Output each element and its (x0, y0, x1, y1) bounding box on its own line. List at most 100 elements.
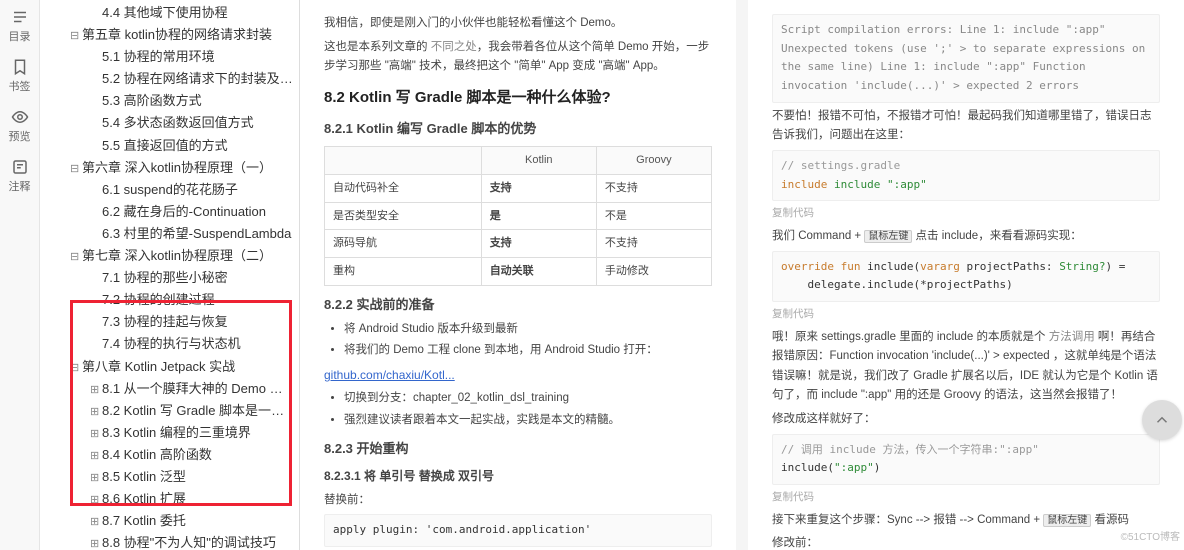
table-row: 自动代码补全支持不支持 (325, 174, 712, 202)
replace-before-label: 替换前： (324, 491, 712, 511)
list-item: 将 Android Studio 版本升级到最新 (344, 320, 712, 340)
tree-toggle-icon[interactable]: ⊞ (90, 513, 102, 532)
code-before: apply plugin: 'com.android.application' (324, 514, 712, 547)
toc-item-label: 第八章 Kotlin Jetpack 实战 (82, 359, 235, 374)
page-right: Script compilation errors: Line 1: inclu… (748, 0, 1184, 550)
tree-toggle-icon[interactable]: ⊟ (70, 160, 82, 179)
rail-bookmark-label: 书签 (9, 78, 31, 94)
toc-item-label: 第五章 kotlin协程的网络请求封装 (82, 27, 272, 42)
rail-preview[interactable]: 预览 (9, 108, 31, 144)
tree-toggle-icon[interactable]: ⊞ (90, 403, 102, 422)
toc-item[interactable]: 4.4 其他域下使用协程 (42, 2, 295, 24)
toc-item[interactable]: 5.5 直接返回值的方式 (42, 135, 295, 157)
toc-item-label: 8.2 Kotlin 写 Gradle 脚本是一种什么体 (102, 403, 295, 418)
para-repeat: 接下来重复这个步骤：Sync --> 报错 --> Command + 鼠标左键… (772, 511, 1160, 531)
github-link[interactable]: github.com/chaxiu/Kotl... (324, 368, 455, 382)
toc-icon (11, 8, 29, 26)
toc-item-label: 7.1 协程的那些小秘密 (102, 270, 228, 285)
toc-item-label: 8.4 Kotlin 高阶函数 (102, 447, 212, 462)
tree-toggle-icon[interactable]: ⊞ (90, 535, 102, 550)
toc-item[interactable]: 6.3 村里的希望-SuspendLambda (42, 223, 295, 245)
toc-item[interactable]: ⊟第五章 kotlin协程的网络请求封装 (42, 24, 295, 46)
toc-item[interactable]: 6.1 suspend的花花肠子 (42, 179, 295, 201)
toc-item-label: 5.3 高阶函数方式 (102, 93, 202, 108)
intro-1: 我相信，即使是刚入门的小伙伴也能轻松看懂这个 Demo。 (324, 14, 712, 34)
toc-item[interactable]: ⊟第七章 深入kotlin协程原理（二） (42, 245, 295, 267)
toc-panel[interactable]: 4.4 其他域下使用协程⊟第五章 kotlin协程的网络请求封装5.1 协程的常… (40, 0, 300, 550)
rail-note[interactable]: 注释 (9, 158, 31, 194)
toc-item-label: 7.3 协程的挂起与恢复 (102, 314, 228, 329)
list-item: 将我们的 Demo 工程 clone 到本地，用 Android Studio … (344, 341, 712, 361)
watermark: ©51CTO博客 (1121, 529, 1180, 546)
toc-item-label: 8.5 Kotlin 泛型 (102, 469, 186, 484)
toc-item[interactable]: 7.4 协程的执行与状态机 (42, 333, 295, 355)
toc-item[interactable]: ⊟第六章 深入kotlin协程原理（一） (42, 157, 295, 179)
toc-item[interactable]: ⊞8.7 Kotlin 委托 (42, 510, 295, 532)
rail-bookmark[interactable]: 书签 (9, 58, 31, 94)
tree-toggle-icon[interactable]: ⊞ (90, 491, 102, 510)
content-panel: 我相信，即使是刚入门的小伙伴也能轻松看懂这个 Demo。 这也是本系列文章的 不… (300, 0, 1184, 550)
tree-toggle-icon[interactable]: ⊞ (90, 425, 102, 444)
toc-item-label: 6.2 藏在身后的-Continuation (102, 204, 266, 219)
toc-item[interactable]: ⊞8.6 Kotlin 扩展 (42, 488, 295, 510)
tree-toggle-icon[interactable]: ⊟ (70, 248, 82, 267)
toc-item-label: 7.4 协程的执行与状态机 (102, 336, 241, 351)
copy-code-label[interactable]: 复制代码 (772, 306, 1160, 324)
toc-item[interactable]: 5.3 高阶函数方式 (42, 90, 295, 112)
toc-item-label: 8.6 Kotlin 扩展 (102, 491, 186, 506)
prep-list-2: 切换到分支：chapter_02_kotlin_dsl_training 强烈建… (344, 389, 712, 430)
toc-item[interactable]: 5.4 多状态函数返回值方式 (42, 112, 295, 134)
rail-note-label: 注释 (9, 178, 31, 194)
toc-item-label: 8.7 Kotlin 委托 (102, 513, 186, 528)
tree-toggle-icon[interactable]: ⊟ (70, 27, 82, 46)
tree-toggle-icon[interactable]: ⊟ (70, 359, 82, 378)
section-8-2-title: 8.2 Kotlin 写 Gradle 脚本是一种什么体验? (324, 85, 712, 111)
rail-toc[interactable]: 目录 (9, 8, 31, 44)
table-head-blank (325, 147, 482, 175)
toc-item[interactable]: 7.3 协程的挂起与恢复 (42, 311, 295, 333)
rail-toc-label: 目录 (9, 28, 31, 44)
bookmark-icon (11, 58, 29, 76)
toc-item[interactable]: 5.1 协程的常用环境 (42, 46, 295, 68)
toc-item[interactable]: ⊞8.2 Kotlin 写 Gradle 脚本是一种什么体 (42, 400, 295, 422)
toc-item-label: 8.1 从一个膜拜大神的 Demo 开始 (102, 381, 295, 396)
section-8-2-3-title: 8.2.3 开始重构 (324, 438, 712, 460)
toc-item-label: 5.1 协程的常用环境 (102, 49, 215, 64)
toc-item[interactable]: ⊟第八章 Kotlin Jetpack 实战 (42, 356, 295, 378)
list-item: 强烈建议读者跟着本文一起实战，实践是本文的精髓。 (344, 411, 712, 431)
section-8-2-2-title: 8.2.2 实战前的准备 (324, 294, 712, 316)
toc-item[interactable]: ⊞8.8 协程"不为人知"的调试技巧 (42, 532, 295, 550)
toc-item[interactable]: 7.1 协程的那些小秘密 (42, 267, 295, 289)
tree-toggle-icon[interactable]: ⊞ (90, 447, 102, 466)
toc-item-label: 6.3 村里的希望-SuspendLambda (102, 226, 291, 241)
section-8-2-1-title: 8.2.1 Kotlin 编写 Gradle 脚本的优势 (324, 118, 712, 140)
copy-code-label[interactable]: 复制代码 (772, 205, 1160, 223)
before-label: 修改前： (772, 534, 1160, 550)
toc-item-label: 4.4 其他域下使用协程 (102, 5, 228, 20)
rail-preview-label: 预览 (9, 128, 31, 144)
section-8-2-3-1-title: 8.2.3.1 将 单引号 替换成 双引号 (324, 466, 712, 486)
copy-code-label[interactable]: 复制代码 (772, 489, 1160, 507)
toc-item[interactable]: 7.2 协程的创建过程 (42, 289, 295, 311)
toc-item[interactable]: ⊞8.1 从一个膜拜大神的 Demo 开始 (42, 378, 295, 400)
para-cmd-click: 我们 Command + 鼠标左键 点击 include，来看看源码实现： (772, 227, 1160, 247)
toc-item[interactable]: ⊞8.3 Kotlin 编程的三重境界 (42, 422, 295, 444)
tree-toggle-icon[interactable]: ⊞ (90, 381, 102, 400)
para-dont-fear: 不要怕！报错不可怕，不报错才可怕！最起码我们知道哪里错了，错误日志告诉我们，问题… (772, 107, 1160, 146)
toc-item[interactable]: 6.2 藏在身后的-Continuation (42, 201, 295, 223)
intro-2: 这也是本系列文章的 不同之处，我会带着各位从这个简单 Demo 开始，一步步学习… (324, 38, 712, 77)
para-explain: 哦！原来 settings.gradle 里面的 include 的本质就是个 … (772, 328, 1160, 406)
toc-item[interactable]: ⊞8.5 Kotlin 泛型 (42, 466, 295, 488)
toc-item-label: 8.3 Kotlin 编程的三重境界 (102, 425, 251, 440)
toc-item[interactable]: 5.2 协程在网络请求下的封装及使用 (42, 68, 295, 90)
table-head-kotlin: Kotlin (481, 147, 596, 175)
toc-item-label: 第七章 深入kotlin协程原理（二） (82, 248, 272, 263)
scroll-top-button[interactable] (1142, 400, 1182, 440)
toc-item-label: 8.8 协程"不为人知"的调试技巧 (102, 535, 276, 550)
toc-item[interactable]: ⊞8.4 Kotlin 高阶函数 (42, 444, 295, 466)
table-head-groovy: Groovy (596, 147, 711, 175)
list-item: 切换到分支：chapter_02_kotlin_dsl_training (344, 389, 712, 409)
left-rail: 目录 书签 预览 注释 (0, 0, 40, 550)
toc-item-label: 5.5 直接返回值的方式 (102, 138, 228, 153)
tree-toggle-icon[interactable]: ⊞ (90, 469, 102, 488)
